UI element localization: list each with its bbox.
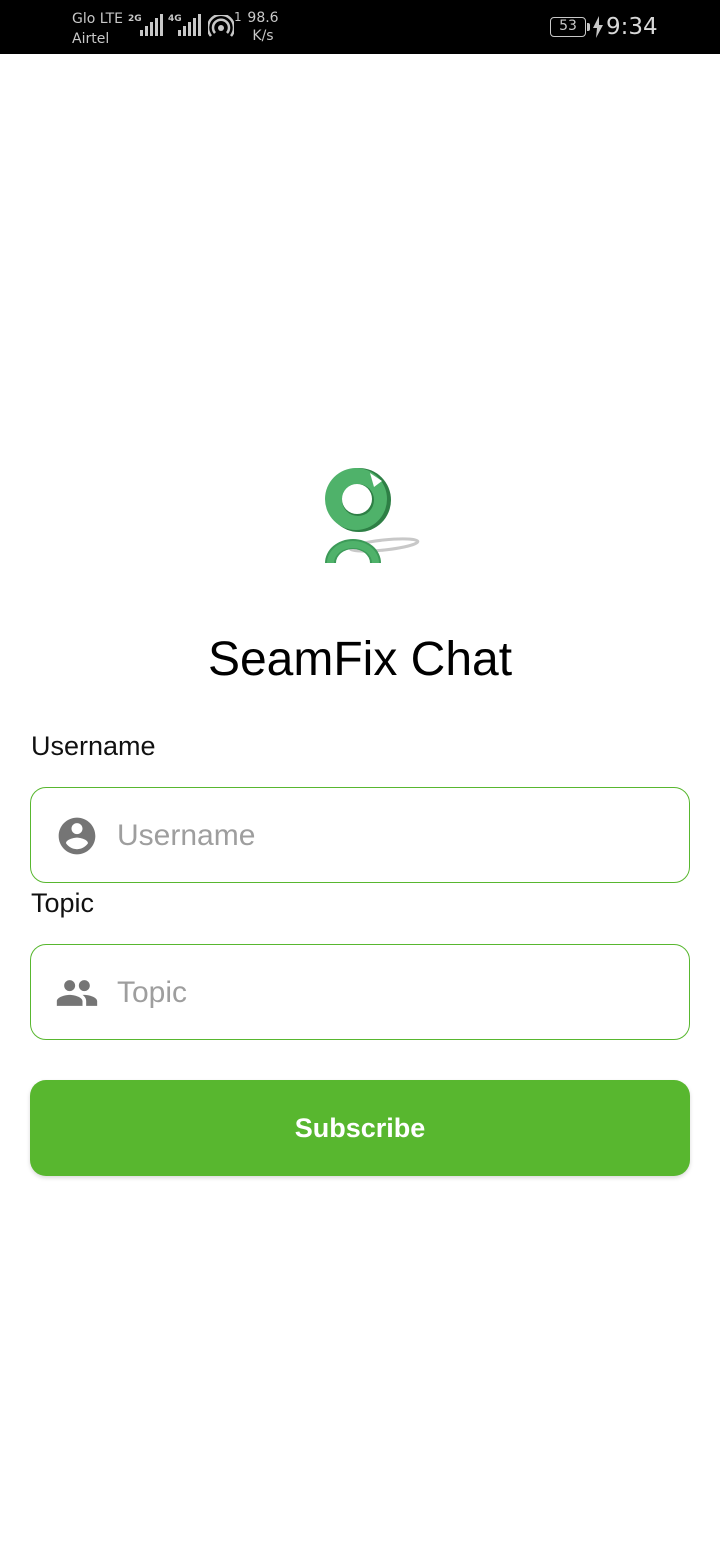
speed-value: 98.6 (247, 10, 279, 26)
topic-label: Topic (31, 888, 95, 918)
app-title: SeamFix Chat (207, 633, 513, 686)
app-logo (325, 468, 420, 563)
username-field[interactable] (30, 787, 690, 883)
account-circle-icon (58, 817, 96, 855)
battery-icon: 53 (550, 17, 590, 37)
hotspot-icon (208, 15, 234, 37)
topic-field[interactable] (30, 944, 690, 1040)
carrier-1: Glo LTE (72, 11, 124, 27)
hotspot-count: 1 (234, 10, 242, 24)
charging-icon (593, 16, 603, 38)
clock: 9:34 (606, 14, 658, 40)
topic-input[interactable] (117, 965, 667, 1021)
status-bar: Glo LTE Airtel 2G 4G 1 98.6 K/s 53 9:34 (0, 0, 720, 54)
speed-unit: K/s (252, 28, 274, 44)
people-icon (56, 980, 98, 1006)
network-speed: 98.6 K/s (244, 9, 282, 45)
subscribe-button[interactable]: Subscribe (30, 1080, 690, 1176)
carrier-2: Airtel (72, 31, 110, 47)
username-input[interactable] (117, 808, 667, 864)
battery-level: 53 (559, 18, 577, 34)
carrier-info: Glo LTE Airtel (72, 9, 123, 49)
username-label: Username (31, 731, 156, 761)
